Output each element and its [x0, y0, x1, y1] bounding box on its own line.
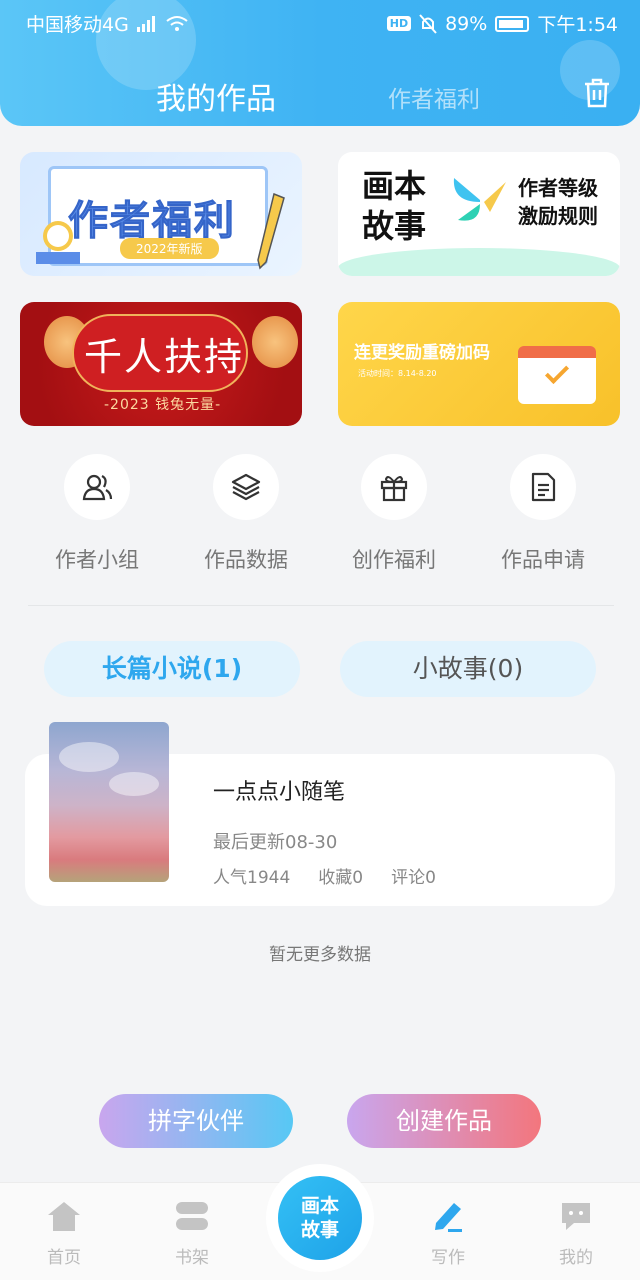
center-line: 故事: [300, 1219, 339, 1241]
banner-title: 连更奖励重磅加码: [354, 343, 490, 363]
nav-label: 写作: [431, 1248, 465, 1268]
pencil-icon: [257, 192, 285, 270]
banner-author-level[interactable]: 画本 故事 作者等级 激励规则: [338, 152, 620, 276]
create-work-button[interactable]: 创建作品: [347, 1094, 541, 1148]
shortcut-icon-wrap: [213, 454, 279, 520]
home-icon: [48, 1202, 80, 1231]
banner-thousand-support[interactable]: 千人扶持 -2023 钱兔无量-: [20, 302, 302, 426]
tab-short-stories[interactable]: 小故事(0): [340, 641, 596, 697]
no-more-data: 暂无更多数据: [269, 945, 371, 965]
cover-cloud: [59, 742, 119, 772]
hd-badge: HD: [386, 16, 412, 31]
butterfly-logo-icon: [453, 178, 506, 221]
shortcut-creation-welfare[interactable]: 创作福利: [334, 454, 454, 574]
bookshelf-icon: [176, 1202, 208, 1230]
cover-cloud: [109, 772, 159, 796]
battery-percent: 89%: [445, 12, 488, 35]
tab-my-works[interactable]: 我的作品: [156, 74, 276, 118]
nav-label: 首页: [47, 1248, 81, 1268]
shortcut-label: 作者小组: [55, 548, 139, 572]
shortcut-author-group[interactable]: 作者小组: [37, 454, 157, 574]
layers-icon: [231, 473, 261, 501]
clock-time: 下午1:54: [537, 14, 618, 36]
tab-novels[interactable]: 长篇小说(1): [44, 641, 300, 697]
nav-label: 书架: [175, 1248, 209, 1268]
divider: [28, 605, 614, 606]
banner-subtitle: -2023 钱兔无量-: [104, 397, 222, 413]
signal-icon: [136, 15, 155, 32]
mute-bell-icon: [419, 13, 437, 34]
banner-subtitle: 2022年新版: [120, 238, 219, 259]
gift-icon: [380, 476, 408, 502]
status-bar: 中国移动4G HD 89% 下午1:54: [0, 0, 640, 44]
document-icon: [531, 472, 556, 502]
tab-author-welfare[interactable]: 作者福利: [388, 80, 480, 114]
banner-brand: 画本 故事: [362, 166, 426, 246]
shortcut-label: 创作福利: [352, 548, 436, 572]
work-comments: 评论0: [391, 868, 436, 888]
shortcut-icon-wrap: [361, 454, 427, 520]
shortcut-work-data[interactable]: 作品数据: [186, 454, 306, 574]
nav-write[interactable]: 写作: [408, 1199, 488, 1268]
carrier-text: 中国移动4G: [26, 14, 129, 36]
nav-label: 我的: [559, 1248, 593, 1268]
work-stats: 人气1944 收藏0 评论0: [213, 863, 436, 888]
work-updated: 最后更新08-30: [213, 832, 338, 853]
partner-button[interactable]: 拼字伙伴: [99, 1094, 293, 1148]
lantern-icon: [252, 316, 298, 368]
center-line: 画本: [300, 1195, 339, 1217]
shortcut-icon-wrap: [510, 454, 576, 520]
work-title[interactable]: 一点点小随笔: [213, 774, 345, 806]
shortcut-label: 作品申请: [501, 548, 585, 572]
banner-update-reward[interactable]: 连更奖励重磅加码 活动时间：8.14-8.20: [338, 302, 620, 426]
banner-title: 千人扶持: [84, 335, 245, 379]
shortcut-icon-wrap: [64, 454, 130, 520]
work-cover-image[interactable]: [49, 722, 169, 882]
chat-bubble-icon: [562, 1203, 590, 1230]
trash-icon[interactable]: [583, 78, 611, 108]
nav-home[interactable]: 首页: [24, 1199, 104, 1268]
nav-bookshelf[interactable]: 书架: [152, 1199, 232, 1268]
shortcut-label: 作品数据: [204, 548, 288, 572]
nav-mine[interactable]: 我的: [536, 1199, 616, 1268]
brand-line: 画本: [362, 167, 427, 205]
shortcut-work-application[interactable]: 作品申请: [483, 454, 603, 574]
banner-level-text: 作者等级 激励规则: [518, 174, 598, 230]
banner-subtitle: 活动时间：8.14-8.20: [358, 369, 437, 378]
top-header: 中国移动4G HD 89% 下午1:54 我的作品 作者福利: [0, 0, 640, 126]
wifi-icon: [166, 15, 188, 31]
center-story-button[interactable]: 画本 故事: [266, 1164, 374, 1272]
pen-icon: [435, 1203, 462, 1232]
work-popularity: 人气1944: [213, 868, 291, 888]
center-story-logo: 画本 故事: [278, 1176, 362, 1260]
battery-icon: [495, 15, 530, 32]
level-line1: 作者等级: [518, 176, 598, 200]
banner-author-welfare[interactable]: 作者福利 2022年新版: [20, 152, 302, 276]
users-icon: [82, 474, 113, 501]
banner-wave: [338, 248, 620, 276]
level-line2: 激励规则: [518, 204, 598, 228]
brand-line: 故事: [362, 207, 427, 245]
work-favorites: 收藏0: [318, 868, 364, 888]
